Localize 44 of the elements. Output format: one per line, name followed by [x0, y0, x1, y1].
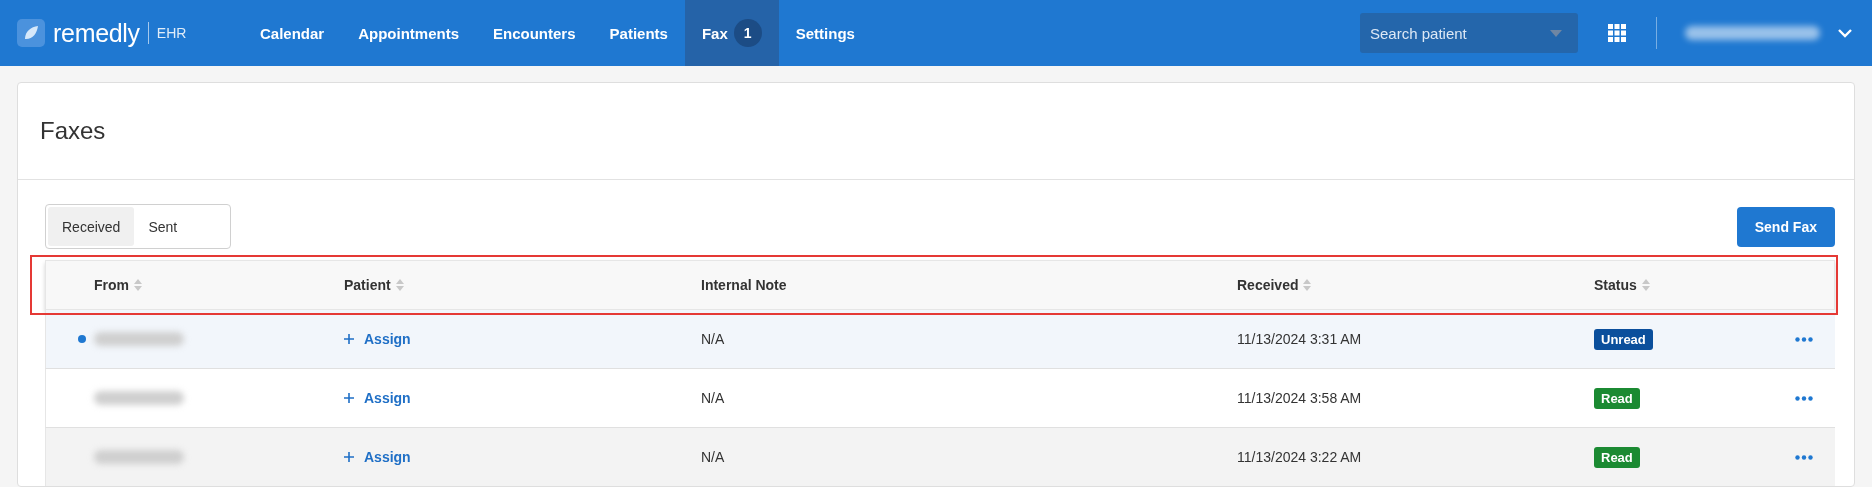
column-header[interactable]: Received	[1237, 277, 1299, 293]
column-header[interactable]: Patient	[344, 277, 391, 293]
plus-icon[interactable]	[344, 334, 354, 344]
status-badge: Read	[1594, 387, 1640, 409]
table-row[interactable]: Assign N/A 11/13/2024 3:31 AM Unread	[45, 310, 1835, 369]
table-cell-text: 11/13/2024 3:58 AM	[1237, 390, 1363, 406]
column-header[interactable]: From	[94, 277, 129, 293]
apps-grid-icon[interactable]	[1608, 24, 1626, 42]
table-cell-text: 11/13/2024 3:31 AM	[1237, 331, 1363, 347]
brand-product: EHR	[156, 25, 187, 41]
tab[interactable]: Sent	[134, 207, 192, 246]
send-fax-button[interactable]: Send Fax	[1736, 206, 1835, 247]
table-row[interactable]: Assign N/A 11/13/2024 3:58 AM Read	[45, 369, 1835, 428]
column-header[interactable]: Internal Note	[701, 277, 787, 293]
nav-link[interactable]: Fax 1	[684, 0, 779, 66]
plus-icon[interactable]	[344, 452, 354, 462]
nav-link[interactable]: Appointments	[341, 0, 477, 66]
table-cell-text: N/A	[701, 390, 726, 406]
tab[interactable]: Received	[48, 207, 135, 246]
nav-link[interactable]: Patients	[592, 0, 685, 66]
plus-icon[interactable]	[344, 393, 354, 403]
nav-link[interactable]: Settings	[778, 0, 872, 66]
table-cell-text: 11/13/2024 3:22 AM	[1237, 449, 1363, 465]
brand-name: remedly	[53, 18, 140, 48]
assign-link[interactable]: Assign	[364, 331, 411, 347]
more-options-icon[interactable]	[1795, 454, 1813, 460]
more-options-icon[interactable]	[1795, 336, 1813, 342]
nav-link[interactable]: Calendar	[243, 0, 342, 66]
status-badge: Read	[1594, 446, 1640, 468]
assign-link[interactable]: Assign	[364, 390, 411, 406]
table-cell-text: N/A	[701, 449, 726, 465]
leaf-logo-icon	[17, 19, 45, 47]
caret-icon	[1550, 30, 1562, 37]
column-header[interactable]: Status	[1594, 277, 1637, 293]
page-title: Faxes	[40, 117, 106, 145]
search-field[interactable]: Search patient	[1360, 13, 1578, 53]
nav-link[interactable]: Encounters	[476, 0, 593, 66]
table-row[interactable]: Assign N/A 11/13/2024 3:22 AM Read	[45, 428, 1835, 486]
table-cell-text: N/A	[701, 331, 726, 347]
count-badge: 1	[733, 19, 762, 47]
status-badge: Unread	[1594, 328, 1653, 350]
chevron-down-icon[interactable]	[1838, 28, 1852, 38]
assign-link[interactable]: Assign	[364, 449, 411, 465]
more-options-icon[interactable]	[1795, 395, 1813, 401]
